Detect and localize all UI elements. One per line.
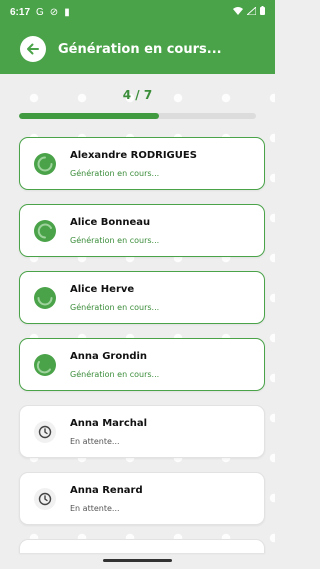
progress-bar-fill: [19, 113, 159, 119]
clock-icon: [33, 420, 57, 444]
list-item-partial: [19, 539, 265, 553]
item-status: Génération en cours...: [70, 236, 160, 245]
do-not-disturb-icon: ⊘: [49, 6, 59, 18]
progress-count: 4 / 7: [122, 88, 153, 102]
item-status: Génération en cours...: [70, 303, 160, 312]
item-status: En attente...: [70, 504, 120, 513]
wifi-icon: [233, 6, 243, 18]
status-bar: 6:17 G ⊘ ▮: [0, 0, 275, 24]
progress-spinner-icon: [33, 219, 57, 243]
page-title: Génération en cours...: [58, 41, 222, 57]
item-name: Alexandre RODRIGUES: [70, 150, 197, 161]
item-status: Génération en cours...: [70, 370, 160, 379]
item-name: Anna Grondin: [70, 351, 148, 362]
item-name: Anna Marchal: [70, 418, 148, 429]
status-time: 6:17: [10, 6, 31, 18]
list-item[interactable]: Anna Renard En attente...: [19, 472, 265, 525]
arrow-left-icon: [27, 43, 39, 55]
back-button[interactable]: [20, 36, 46, 62]
progress-spinner-icon: [33, 152, 57, 176]
list-item[interactable]: Anna Grondin Génération en cours...: [19, 338, 265, 391]
item-name: Anna Renard: [70, 485, 143, 496]
clock-icon: [33, 487, 57, 511]
item-status: Génération en cours...: [70, 169, 160, 178]
sim-icon: ▮: [64, 6, 70, 18]
progress-bar: [19, 113, 256, 119]
battery-icon: [260, 6, 265, 18]
item-status: En attente...: [70, 437, 120, 446]
item-name: Alice Bonneau: [70, 217, 151, 228]
progress-spinner-icon: [33, 353, 57, 377]
google-icon: G: [36, 6, 44, 18]
list-item[interactable]: Alice Herve Génération en cours...: [19, 271, 265, 324]
item-name: Alice Herve: [70, 284, 135, 295]
signal-icon: [245, 5, 257, 18]
list-item[interactable]: Alice Bonneau Génération en cours...: [19, 204, 265, 257]
progress-spinner-icon: [33, 286, 57, 310]
home-indicator[interactable]: [103, 559, 172, 562]
list-item[interactable]: Anna Marchal En attente...: [19, 405, 265, 458]
list-item[interactable]: Alexandre RODRIGUES Génération en cours.…: [19, 137, 265, 190]
app-bar: Génération en cours...: [0, 24, 275, 74]
